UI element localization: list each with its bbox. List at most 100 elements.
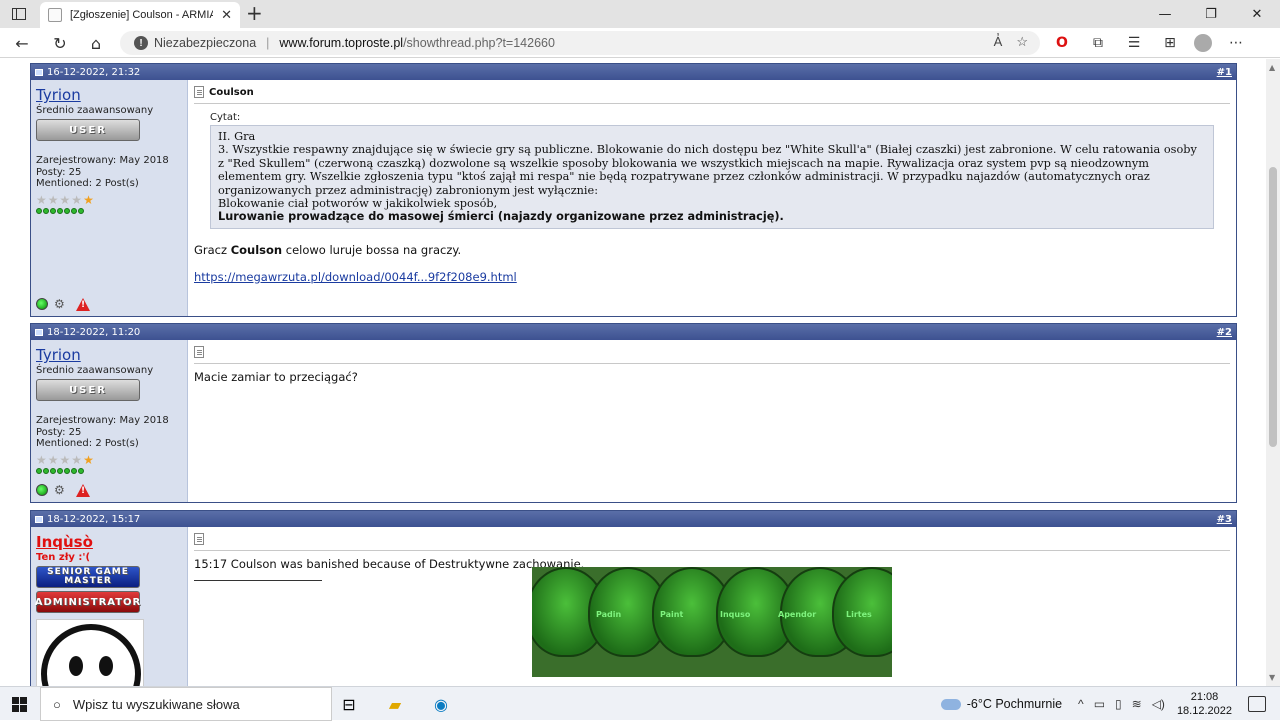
new-tab-icon[interactable]: + bbox=[246, 3, 263, 23]
favicon-icon bbox=[48, 8, 62, 22]
senior-game-master-badge: SENIOR GAME MASTER bbox=[36, 566, 140, 588]
clock-time: 21:08 bbox=[1190, 691, 1219, 703]
tab-bar: [Zgłoszenie] Coulson - ARMIA Po ✕ + — ❐ … bbox=[0, 0, 1280, 28]
weather-text: -6°C Pochmurnie bbox=[966, 697, 1063, 711]
task-view-icon[interactable]: ⊟ bbox=[336, 691, 362, 717]
taskbar-search[interactable]: ○ Wpisz tu wyszukiwane słowa bbox=[40, 687, 332, 721]
post-header: 18-12-2022, 15:17 #3 bbox=[31, 511, 1236, 527]
file-explorer-icon[interactable]: ▰ bbox=[382, 691, 408, 717]
quote-label: Cytat: bbox=[210, 112, 241, 123]
post-header: 16-12-2022, 21:32 #1 bbox=[31, 64, 1236, 80]
notifications-icon[interactable] bbox=[1248, 696, 1266, 712]
back-icon[interactable]: ← bbox=[10, 32, 34, 54]
mentioned-count: Mentioned: 2 Post(s) bbox=[36, 438, 139, 449]
rating-stars-icon: ★ ★ ★ ★ ★ bbox=[36, 452, 94, 467]
post-header: 18-12-2022, 11:20 #2 bbox=[31, 324, 1236, 340]
browser-tab[interactable]: [Zgłoszenie] Coulson - ARMIA Po ✕ bbox=[40, 2, 240, 28]
scroll-thumb[interactable] bbox=[1269, 167, 1277, 447]
opera-extension-icon[interactable]: O bbox=[1050, 32, 1074, 54]
username-link[interactable]: Tyrion bbox=[36, 86, 182, 104]
tab-title: [Zgłoszenie] Coulson - ARMIA Po bbox=[70, 9, 214, 21]
mentioned-count: Mentioned: 2 Post(s) bbox=[36, 178, 139, 189]
message-text: Gracz Coulson celowo luruje bossa na gra… bbox=[194, 242, 462, 257]
post-count: Posty: 25 bbox=[36, 166, 82, 178]
scroll-up-icon[interactable]: ▲ bbox=[1269, 63, 1275, 72]
reputation-pips-icon bbox=[36, 467, 182, 474]
url-host: www.forum.toproste.pl bbox=[279, 36, 404, 50]
username-link[interactable]: Inqùsò bbox=[36, 533, 182, 551]
post-number-link[interactable]: #2 bbox=[1217, 327, 1232, 338]
quote-line: II. Gra bbox=[218, 130, 256, 143]
more-menu-icon[interactable]: ⋯ bbox=[1224, 32, 1248, 54]
volume-icon[interactable]: ◁) bbox=[1152, 697, 1165, 711]
network-icon[interactable]: ▭ bbox=[1094, 697, 1105, 711]
rank-badge: USER bbox=[36, 119, 140, 141]
url-field[interactable]: ! Niezabezpieczona | www.forum.toproste.… bbox=[120, 31, 1040, 55]
image-character-name: Apendor bbox=[778, 610, 817, 619]
post-message: Coulson Cytat: II. Gra 3. Wszystkie resp… bbox=[188, 80, 1236, 316]
image-character-name: Lirtes bbox=[846, 610, 872, 619]
administrator-badge: ADMINISTRATOR bbox=[35, 591, 140, 613]
minimize-icon[interactable]: — bbox=[1142, 0, 1188, 28]
windows-start-icon[interactable] bbox=[12, 697, 27, 712]
user-profile-icon[interactable]: ⚙ bbox=[54, 297, 70, 311]
online-status-icon bbox=[36, 298, 48, 310]
post-icon bbox=[35, 68, 43, 76]
profile-avatar-icon[interactable] bbox=[1194, 34, 1212, 52]
scroll-down-icon[interactable]: ▼ bbox=[1269, 673, 1275, 682]
post-message: 15:17 Coulson was banished because of De… bbox=[188, 527, 1236, 686]
clock[interactable]: 21:08 18.12.2022 bbox=[1177, 690, 1232, 718]
favorite-add-icon[interactable]: ☆ bbox=[1016, 34, 1028, 50]
cloud-icon bbox=[940, 698, 961, 710]
weather-widget[interactable]: -6°C Pochmurnie bbox=[940, 697, 1063, 711]
image-character-name: Inquso bbox=[720, 610, 751, 619]
username-link[interactable]: Tyrion bbox=[36, 346, 182, 364]
url-path: /showthread.php?t=142660 bbox=[403, 36, 555, 50]
tab-actions-icon[interactable] bbox=[8, 4, 30, 24]
post-title: Coulson bbox=[209, 86, 254, 98]
edge-browser-icon[interactable]: ◉ bbox=[428, 691, 454, 717]
report-icon[interactable] bbox=[76, 483, 90, 497]
user-title: Średnio zaawansowany bbox=[36, 365, 154, 376]
document-icon bbox=[194, 346, 204, 358]
post-message: Macie zamiar to przeciągać? bbox=[188, 340, 1236, 502]
favorites-icon[interactable]: ☰ bbox=[1122, 32, 1146, 54]
registered-date: Zarejestrowany: May 2018 bbox=[36, 415, 169, 426]
post-number-link[interactable]: #3 bbox=[1217, 514, 1232, 525]
post-number-link[interactable]: #1 bbox=[1217, 67, 1232, 78]
image-character-name: Padin bbox=[596, 610, 622, 619]
user-profile-icon[interactable]: ⚙ bbox=[54, 483, 70, 497]
post-date: 16-12-2022, 21:32 bbox=[47, 66, 141, 78]
refresh-icon[interactable]: ↻ bbox=[48, 32, 72, 54]
read-aloud-icon[interactable]: A̓ bbox=[994, 34, 1003, 50]
rating-stars-icon: ★ ★ ★ ★ ★ bbox=[36, 192, 94, 207]
search-placeholder: Wpisz tu wyszukiwane słowa bbox=[72, 696, 240, 712]
user-panel: Inqùsò Ten zły :'( SENIOR GAME MASTER AD… bbox=[31, 527, 188, 686]
close-window-icon[interactable]: ✕ bbox=[1234, 0, 1280, 28]
post-count: Posty: 25 bbox=[36, 426, 82, 438]
signature-divider bbox=[194, 580, 322, 581]
tray-chevron-icon[interactable]: ^ bbox=[1078, 697, 1084, 711]
post-icon bbox=[35, 515, 43, 523]
collections-icon[interactable]: ⊞ bbox=[1158, 32, 1182, 54]
message-text: Macie zamiar to przeciągać? bbox=[194, 370, 358, 384]
forum-post-2: 18-12-2022, 11:20 #2 Tyrion Średnio zaaw… bbox=[30, 323, 1237, 503]
battery-icon[interactable]: ▯ bbox=[1115, 697, 1122, 711]
quote-line: Blokowanie ciał potworów w jakikolwiek s… bbox=[218, 197, 498, 211]
clock-date: 18.12.2022 bbox=[1176, 705, 1232, 717]
online-status-icon bbox=[36, 484, 48, 496]
maximize-icon[interactable]: ❐ bbox=[1188, 0, 1234, 28]
search-icon: ○ bbox=[53, 696, 61, 712]
quote-line: 3. Wszystkie respawny znajdujące się w ś… bbox=[218, 143, 1197, 197]
game-screenshot: Padin Paint Inquso Apendor Lirtes bbox=[532, 567, 892, 677]
download-link[interactable]: https://megawrzuta.pl/download/0044f...9… bbox=[194, 270, 1230, 284]
insecure-label: Niezabezpieczona bbox=[154, 36, 257, 50]
close-tab-icon[interactable]: ✕ bbox=[221, 8, 232, 23]
wifi-icon[interactable]: ≋ bbox=[1132, 697, 1142, 711]
url-separator: | bbox=[266, 36, 270, 50]
home-icon[interactable]: ⌂ bbox=[84, 32, 108, 54]
extensions-icon[interactable]: ⧉ bbox=[1086, 32, 1110, 54]
page-scrollbar[interactable]: ▲ ▼ bbox=[1266, 59, 1280, 686]
report-icon[interactable] bbox=[76, 297, 90, 311]
post-date: 18-12-2022, 15:17 bbox=[47, 513, 141, 525]
